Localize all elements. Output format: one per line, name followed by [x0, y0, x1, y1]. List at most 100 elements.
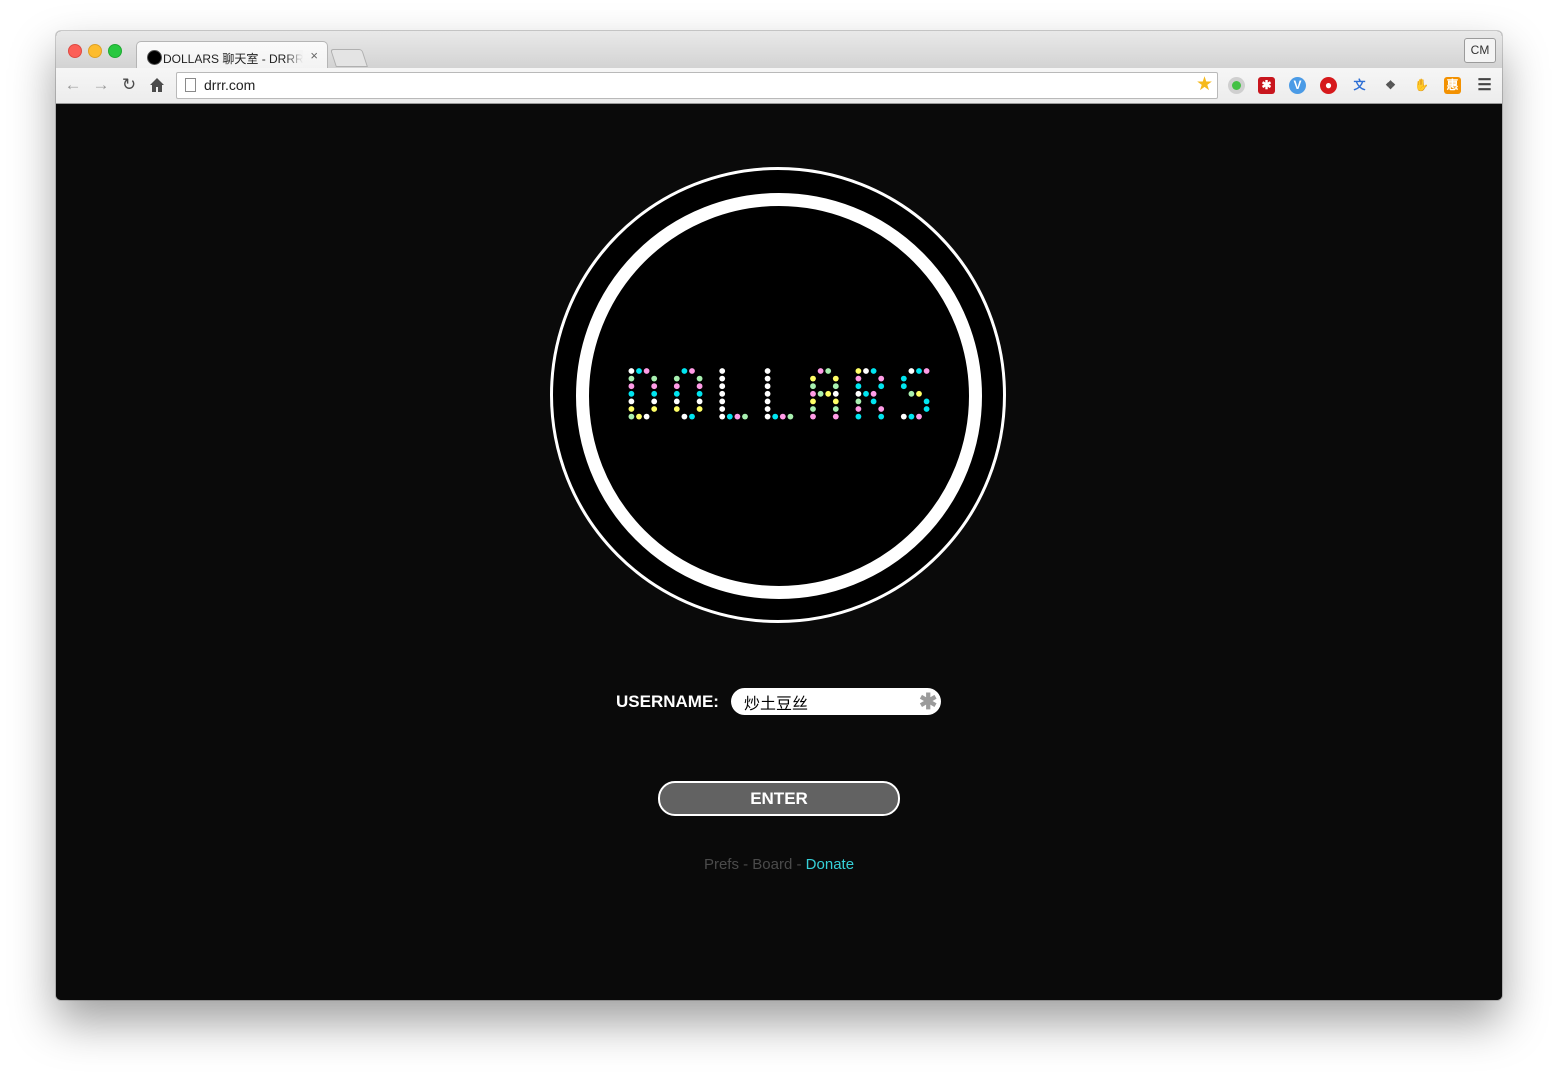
logo-dot: [900, 383, 907, 390]
logo-dot: [681, 413, 688, 420]
logo-dot: [810, 413, 816, 420]
tab-dollars[interactable]: DOLLARS 聊天室 - DRRR!! ×: [136, 41, 328, 70]
logo-dot: [764, 390, 771, 397]
logo-dot: [787, 413, 794, 420]
logo-letter-s: [900, 368, 930, 420]
logo-dot: [878, 375, 885, 382]
browser-window: DOLLARS 聊天室 - DRRR!! × CM ← → ↻ drrr.com…: [56, 31, 1502, 1000]
logo-letter-r: [855, 368, 885, 420]
logo-dot: [719, 398, 726, 405]
hands-icon[interactable]: ✋: [1413, 77, 1430, 94]
login-form: USERNAME: ✱: [616, 688, 946, 718]
green-dot-extension-icon[interactable]: [1228, 77, 1245, 94]
logo-dot: [726, 413, 733, 420]
username-label: USERNAME:: [616, 692, 719, 711]
logo-dot: [764, 368, 771, 374]
logo-dot: [651, 383, 658, 390]
logo-dot: [916, 390, 922, 397]
shopping-extension-icon[interactable]: 惠: [1444, 77, 1461, 94]
logo-dot: [863, 368, 869, 374]
forward-arrow-icon[interactable]: →: [90, 74, 112, 96]
logo-dot: [764, 406, 771, 412]
logo-dot: [651, 390, 658, 397]
logo-dot: [855, 413, 862, 420]
logo-dot: [651, 406, 658, 412]
profile-button[interactable]: CM: [1464, 38, 1496, 63]
logo-dot: [673, 375, 680, 382]
vimium-icon[interactable]: V: [1289, 77, 1306, 94]
maximize-window-button[interactable]: [108, 44, 122, 58]
logo-letter-o: [673, 368, 703, 420]
clear-username-icon[interactable]: ✱: [919, 691, 937, 713]
logo-dot: [719, 368, 726, 374]
logo-dot: [779, 413, 786, 420]
logo-dot: [689, 413, 695, 420]
logo-dot: [734, 413, 741, 420]
logo-dot: [870, 398, 877, 405]
logo-dot: [810, 375, 816, 382]
logo-dot: [628, 383, 635, 390]
adblock-icon[interactable]: ●: [1320, 77, 1337, 94]
logo-dot: [628, 413, 635, 420]
logo-dot: [719, 406, 726, 412]
logo-dot: [810, 406, 816, 412]
chrome-menu-icon[interactable]: ☰: [1476, 77, 1493, 94]
logo-dot: [628, 406, 635, 412]
logo-dot: [832, 413, 839, 420]
close-window-button[interactable]: [68, 44, 82, 58]
logo-dot: [764, 398, 771, 405]
evernote-icon[interactable]: ❖: [1382, 77, 1399, 94]
prefs-link[interactable]: Prefs: [704, 856, 739, 873]
logo-dot: [764, 375, 771, 382]
logo-dot: [855, 368, 862, 374]
address-bar[interactable]: drrr.com ★: [176, 72, 1218, 99]
bookmark-star-icon[interactable]: ★: [1196, 73, 1213, 96]
logo-dot: [855, 375, 862, 382]
page-content: USERNAME: ✱ ENTER Prefs - Board - Donate: [56, 104, 1502, 1000]
logo-dot: [719, 375, 726, 382]
page-icon: [185, 78, 196, 92]
url-text[interactable]: drrr.com: [204, 77, 255, 93]
home-icon[interactable]: [146, 74, 168, 96]
logo-dot: [923, 368, 930, 374]
logo-dot: [900, 413, 907, 420]
minimize-window-button[interactable]: [88, 44, 102, 58]
logo-dot: [772, 413, 779, 420]
logo-dot: [916, 368, 922, 374]
logo-dot: [696, 406, 703, 412]
donate-link[interactable]: Donate: [806, 856, 854, 873]
logo-dot: [908, 413, 915, 420]
logo-dot: [825, 390, 832, 397]
logo-dot: [742, 413, 748, 420]
logo-dot: [817, 390, 824, 397]
lastpass-icon[interactable]: ✱: [1258, 77, 1275, 94]
board-link[interactable]: Board: [752, 856, 792, 873]
new-tab-button[interactable]: [330, 49, 368, 67]
logo-dot: [673, 406, 680, 412]
logo-dot: [764, 383, 771, 390]
logo-dot: [900, 375, 907, 382]
dollars-favicon-icon: [147, 50, 162, 65]
reload-icon[interactable]: ↻: [118, 74, 140, 96]
logo-dot: [696, 383, 703, 390]
logo-dot: [878, 413, 885, 420]
logo-dot: [832, 390, 839, 397]
logo-dot: [681, 368, 688, 374]
logo-dot: [628, 375, 635, 382]
username-input[interactable]: [731, 688, 941, 715]
footer-separator: -: [796, 856, 802, 873]
logo-dot: [636, 413, 642, 420]
logo-dot: [855, 406, 862, 412]
translate-icon[interactable]: 文: [1351, 77, 1368, 94]
logo-dot: [832, 398, 839, 405]
back-arrow-icon[interactable]: ←: [62, 74, 84, 96]
logo-dot: [870, 368, 877, 374]
logo-dot: [817, 368, 824, 374]
logo-dot: [810, 398, 816, 405]
logo-dot: [673, 390, 680, 397]
browser-toolbar: ← → ↻ drrr.com ★ ✱ V ● 文 ❖ ✋ 惠 ☰: [56, 68, 1502, 104]
tab-close-icon[interactable]: ×: [310, 48, 318, 63]
logo-dot: [923, 398, 930, 405]
logo-letter-d: [628, 368, 658, 420]
enter-button[interactable]: ENTER: [658, 781, 900, 816]
